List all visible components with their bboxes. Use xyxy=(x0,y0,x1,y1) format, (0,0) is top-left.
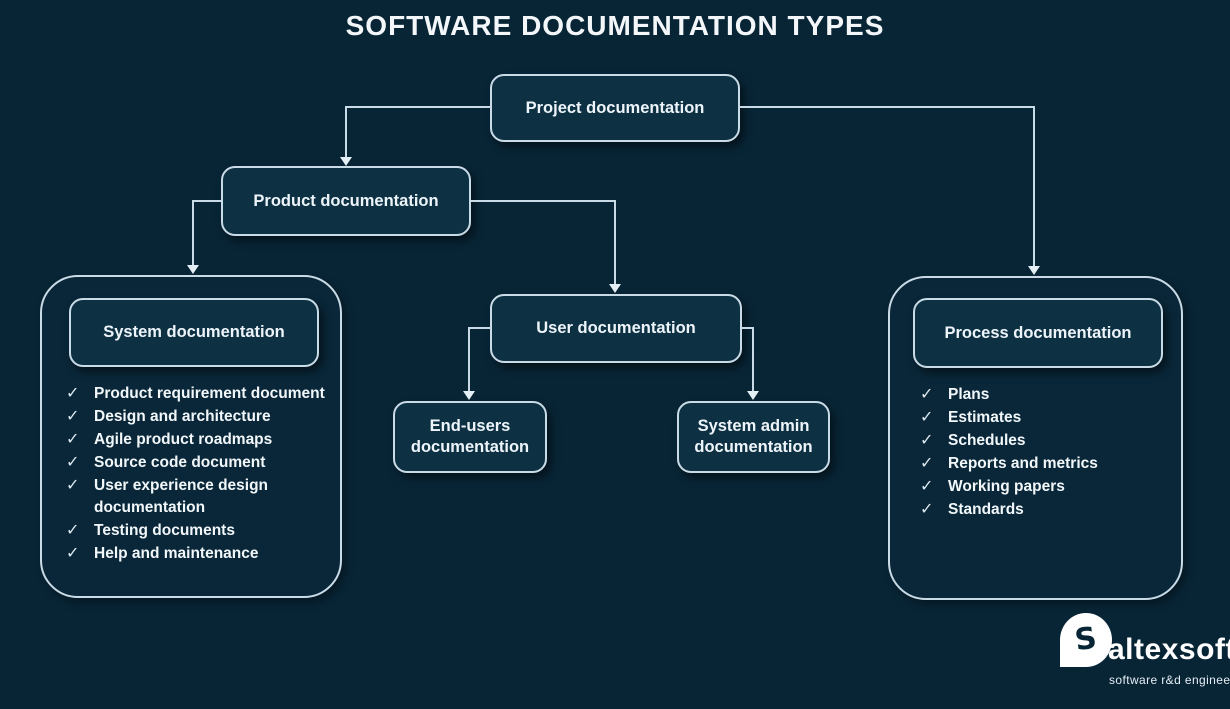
node-project-label: Project documentation xyxy=(526,98,705,119)
connector-product-to-system xyxy=(192,200,194,266)
check-icon: ✓ xyxy=(66,543,94,565)
check-icon: ✓ xyxy=(920,407,948,429)
process-checklist: ✓ Plans ✓ Estimates ✓ Schedules ✓ Report… xyxy=(920,384,1170,522)
list-item-label: User experience design documentation xyxy=(94,475,332,519)
node-process-label: Process documentation xyxy=(944,323,1131,344)
list-item-label: Schedules xyxy=(948,430,1170,452)
list-item-label: Working papers xyxy=(948,476,1170,498)
group-process-documentation: Process documentation ✓ Plans ✓ Estimate… xyxy=(888,276,1183,600)
list-item-label: Standards xyxy=(948,499,1170,521)
list-item: ✓ Reports and metrics xyxy=(920,453,1170,475)
list-item-label: Agile product roadmaps xyxy=(94,429,332,451)
arrow-down-icon xyxy=(463,391,475,400)
check-icon: ✓ xyxy=(920,499,948,521)
list-item-label: Help and maintenance xyxy=(94,543,332,565)
connector-user-to-endusers xyxy=(468,327,470,392)
connector-project-to-process xyxy=(1033,106,1035,267)
list-item: ✓ Testing documents xyxy=(66,520,332,542)
node-end-users-documentation: End-users documentation xyxy=(393,401,547,473)
list-item: ✓ Plans xyxy=(920,384,1170,406)
system-checklist: ✓ Product requirement document ✓ Design … xyxy=(66,383,332,566)
connector-product-to-system xyxy=(192,200,221,202)
check-icon: ✓ xyxy=(66,383,94,405)
node-system-label: System documentation xyxy=(103,322,285,343)
connector-product-to-user xyxy=(614,200,616,285)
check-icon: ✓ xyxy=(920,384,948,406)
connector-user-to-systemadmin xyxy=(752,327,754,392)
node-product-documentation: Product documentation xyxy=(221,166,471,236)
list-item-label: Plans xyxy=(948,384,1170,406)
arrow-down-icon xyxy=(747,391,759,400)
arrow-down-icon xyxy=(609,284,621,293)
arrow-down-icon xyxy=(187,265,199,274)
infographic-canvas: SOFTWARE DOCUMENTATION TYPES Project doc… xyxy=(0,0,1230,709)
check-icon: ✓ xyxy=(920,476,948,498)
connector-project-to-product xyxy=(345,106,347,158)
list-item-label: Testing documents xyxy=(94,520,332,542)
group-system-documentation: System documentation ✓ Product requireme… xyxy=(40,275,342,598)
list-item-label: Source code document xyxy=(94,452,332,474)
list-item: ✓ Help and maintenance xyxy=(66,543,332,565)
check-icon: ✓ xyxy=(920,430,948,452)
check-icon: ✓ xyxy=(920,453,948,475)
list-item: ✓ Design and architecture xyxy=(66,406,332,428)
node-user-label: User documentation xyxy=(536,318,696,339)
node-product-label: Product documentation xyxy=(253,191,438,212)
node-system-documentation: System documentation xyxy=(69,298,319,367)
node-end-users-label: End-users documentation xyxy=(409,416,531,458)
logo-tagline-text: software r&d engineering xyxy=(1109,673,1230,687)
check-icon: ✓ xyxy=(66,406,94,428)
list-item: ✓ Estimates xyxy=(920,407,1170,429)
list-item: ✓ Standards xyxy=(920,499,1170,521)
list-item-label: Reports and metrics xyxy=(948,453,1170,475)
page-title: SOFTWARE DOCUMENTATION TYPES xyxy=(0,10,1230,42)
list-item: ✓ User experience design documentation xyxy=(66,475,332,519)
list-item-label: Product requirement document xyxy=(94,383,332,405)
connector-project-to-product xyxy=(345,106,490,108)
altexsoft-logo: S altexsoft software r&d engineering xyxy=(1034,613,1220,697)
check-icon: ✓ xyxy=(66,520,94,542)
node-system-admin-label: System admin documentation xyxy=(693,416,814,458)
node-process-documentation: Process documentation xyxy=(913,298,1163,368)
altexsoft-logo-icon: S xyxy=(1060,613,1112,667)
node-system-admin-documentation: System admin documentation xyxy=(677,401,830,473)
list-item: ✓ Working papers xyxy=(920,476,1170,498)
logo-brand-text: altexsoft xyxy=(1108,635,1230,665)
list-item-label: Estimates xyxy=(948,407,1170,429)
list-item: ✓ Source code document xyxy=(66,452,332,474)
arrow-down-icon xyxy=(1028,266,1040,275)
list-item: ✓ Agile product roadmaps xyxy=(66,429,332,451)
logo-letter: S xyxy=(1073,624,1099,657)
node-user-documentation: User documentation xyxy=(490,294,742,363)
list-item: ✓ Product requirement document xyxy=(66,383,332,405)
connector-product-to-user xyxy=(471,200,616,202)
arrow-down-icon xyxy=(340,157,352,166)
check-icon: ✓ xyxy=(66,475,94,497)
list-item: ✓ Schedules xyxy=(920,430,1170,452)
connector-user-to-endusers xyxy=(468,327,490,329)
connector-project-to-process xyxy=(740,106,1035,108)
list-item-label: Design and architecture xyxy=(94,406,332,428)
node-project-documentation: Project documentation xyxy=(490,74,740,142)
check-icon: ✓ xyxy=(66,429,94,451)
check-icon: ✓ xyxy=(66,452,94,474)
